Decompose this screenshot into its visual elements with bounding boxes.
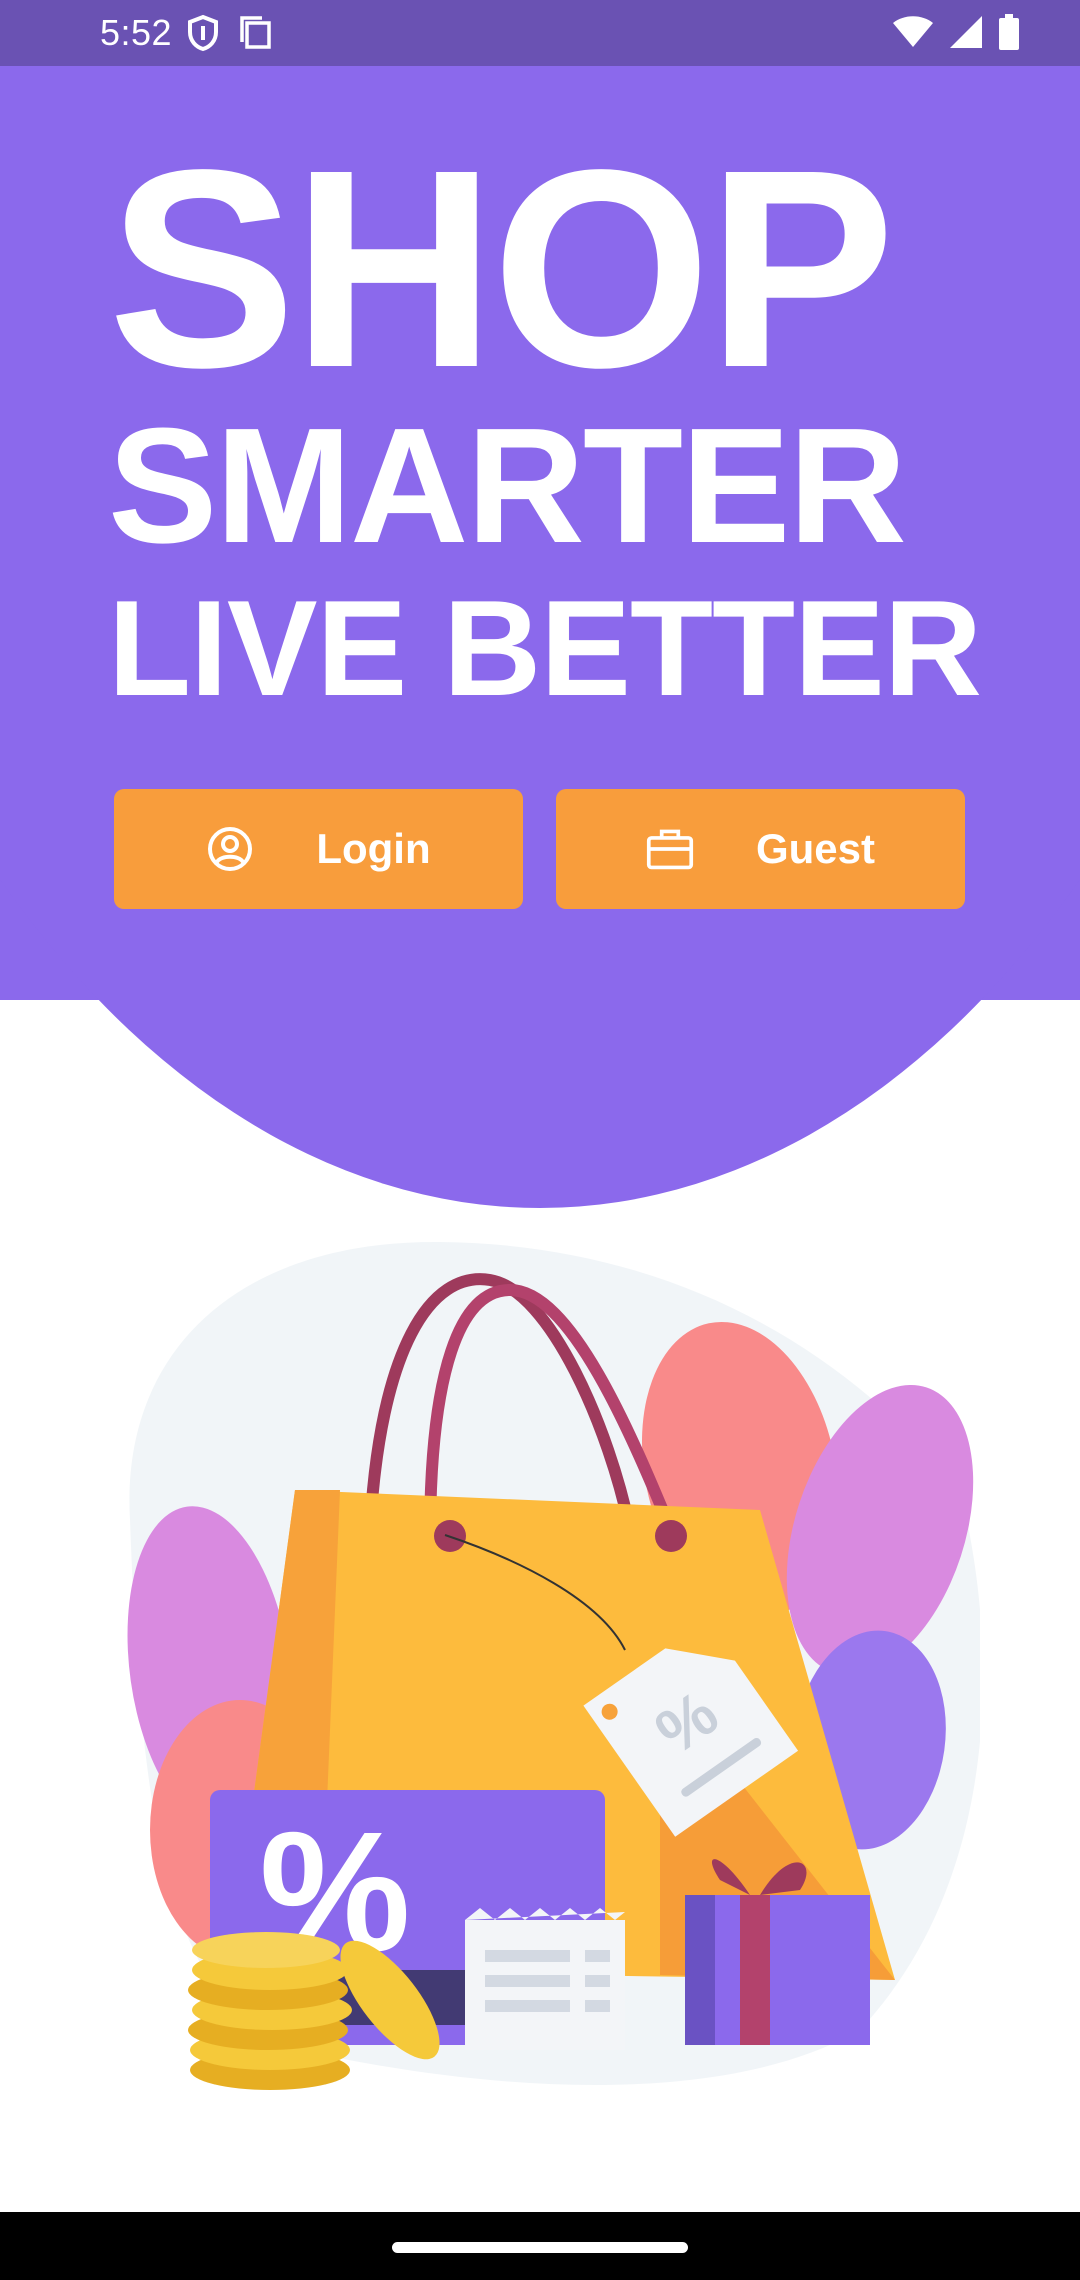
headline-smarter: SMARTER <box>108 394 907 577</box>
status-right-icons <box>892 14 1020 55</box>
user-circle-icon <box>206 825 254 873</box>
home-indicator[interactable] <box>392 2242 688 2253</box>
shield-icon <box>186 14 220 57</box>
headline-shop: SHOP <box>108 111 895 426</box>
shopping-illustration: % % <box>100 1230 984 2110</box>
screenshot-icon <box>238 14 272 57</box>
login-button-label: Login <box>316 825 431 872</box>
status-bar: 5:52 <box>0 0 1080 66</box>
cellular-signal-icon <box>948 14 984 55</box>
wifi-icon <box>892 15 934 54</box>
guest-button[interactable]: Guest <box>556 789 965 909</box>
headline-live-better: LIVE BETTER <box>108 572 982 724</box>
screen: 5:52 SHOP SMARTER LIVE BETTER Login Gues… <box>0 0 1080 2280</box>
briefcase-icon <box>646 825 694 873</box>
login-button[interactable]: Login <box>114 789 523 909</box>
status-left-icons <box>186 14 272 57</box>
receipt <box>465 1908 625 2050</box>
battery-icon <box>998 14 1020 55</box>
guest-button-label: Guest <box>755 825 876 872</box>
status-time: 5:52 <box>100 12 173 53</box>
navigation-bar <box>0 2212 1080 2280</box>
